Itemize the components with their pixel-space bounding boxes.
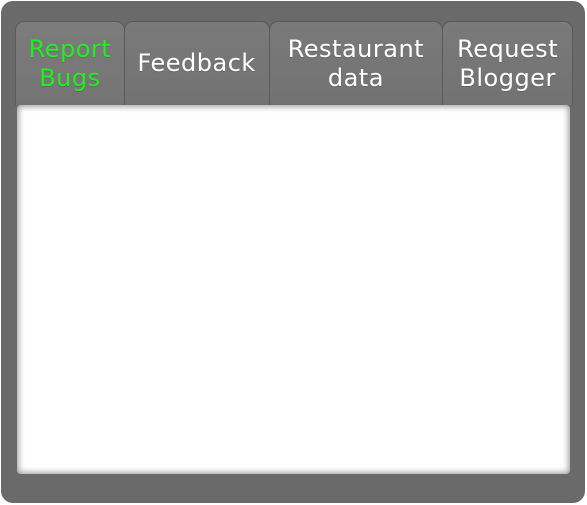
tab-feedback-label: Feedback (137, 49, 256, 77)
tab-report-bugs[interactable]: Report Bugs (15, 21, 125, 105)
tab-restaurant-data-label: Restaurant data (287, 34, 425, 92)
tab-content-area (17, 105, 570, 474)
tab-report-bugs-label: Report Bugs (28, 34, 112, 92)
tab-restaurant-data[interactable]: Restaurant data (268, 21, 444, 105)
tab-bar: Report Bugs Feedback Restaurant data Req… (15, 21, 573, 105)
tab-feedback[interactable]: Feedback (123, 21, 270, 105)
tab-request-blogger[interactable]: Request Blogger (442, 21, 573, 105)
tab-request-blogger-label: Request Blogger (457, 34, 559, 92)
tab-panel-frame: Report Bugs Feedback Restaurant data Req… (1, 1, 585, 503)
